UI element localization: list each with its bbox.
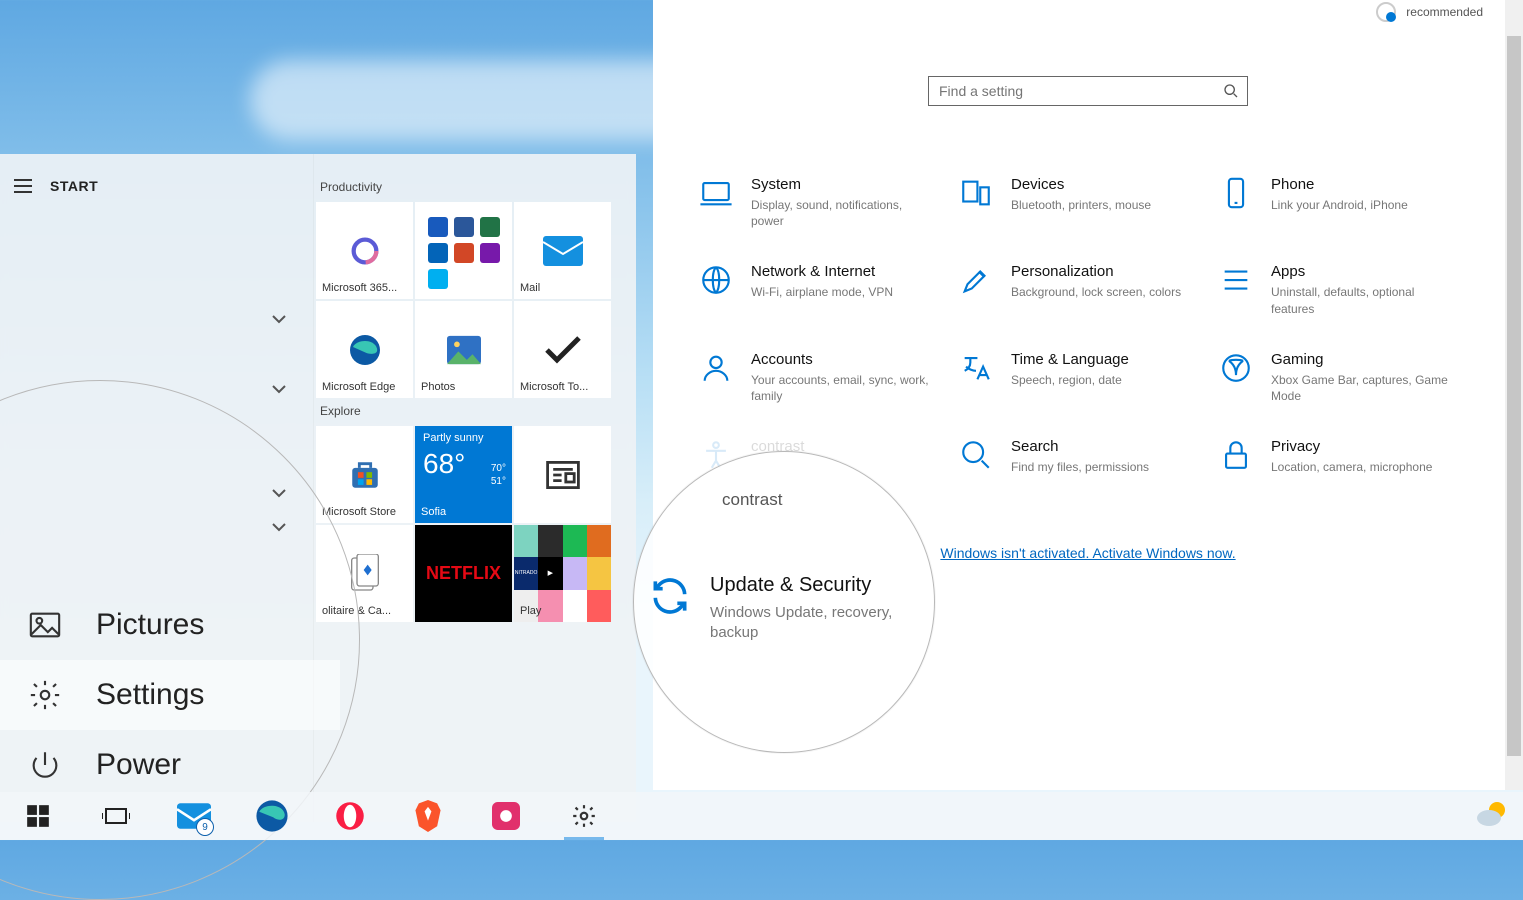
- taskbar: 9: [0, 792, 1523, 840]
- rail-power[interactable]: Power: [0, 730, 340, 800]
- apps-icon: [1219, 263, 1253, 297]
- netflix-logo-text: NETFLIX: [426, 563, 501, 584]
- scroll-thumb[interactable]: [1507, 36, 1521, 756]
- windows-update-indicator[interactable]: recommended: [1376, 2, 1483, 22]
- taskbar-opera[interactable]: [326, 792, 374, 840]
- mail-badge: 9: [196, 818, 214, 836]
- brave-icon: [414, 800, 442, 832]
- taskbar-app-red[interactable]: [482, 792, 530, 840]
- settings-categories: System Display, sound, notifications, pow…: [699, 176, 1523, 475]
- weather-temp: 68°: [423, 448, 465, 480]
- news-icon: [546, 461, 580, 489]
- search-settings-box[interactable]: [928, 76, 1248, 106]
- category-gaming[interactable]: GamingXbox Game Bar, captures, Game Mode: [1219, 351, 1469, 404]
- chevron-down-icon[interactable]: [272, 488, 286, 498]
- mail-icon: [543, 236, 583, 266]
- update-recommended-label: recommended: [1406, 5, 1483, 19]
- category-time-language[interactable]: Time & LanguageSpeech, region, date: [959, 351, 1209, 404]
- windows-logo-icon: [25, 803, 51, 829]
- paintbrush-icon: [959, 263, 993, 297]
- taskbar-mail[interactable]: 9: [170, 792, 218, 840]
- category-desc: Display, sound, notifications, power: [751, 197, 931, 229]
- m365-icon: [348, 234, 382, 268]
- chevron-down-icon[interactable]: [272, 522, 286, 532]
- tile-edge[interactable]: Microsoft Edge: [316, 301, 413, 398]
- taskbar-settings[interactable]: [560, 792, 608, 840]
- update-badge-icon: [1376, 2, 1396, 22]
- taskbar-brave[interactable]: [404, 792, 452, 840]
- laptop-icon: [699, 176, 733, 210]
- ease-icon: [699, 438, 733, 472]
- search-icon: [1223, 83, 1239, 99]
- taskbar-edge[interactable]: [248, 792, 296, 840]
- task-view-button[interactable]: [92, 792, 140, 840]
- weather-city: Sofia: [421, 506, 446, 518]
- settings-scrollbar[interactable]: [1505, 0, 1523, 790]
- start-rail-items: Pictures Settings Power: [0, 590, 340, 800]
- tile-photos[interactable]: Photos: [415, 301, 512, 398]
- phone-icon: [1219, 176, 1253, 210]
- photos-icon: [447, 335, 481, 365]
- search-settings-input[interactable]: [939, 83, 1237, 99]
- tile-weather[interactable]: Partly sunny 68° 70° 51° Sofia: [415, 426, 512, 523]
- category-personalization[interactable]: PersonalizationBackground, lock screen, …: [959, 263, 1209, 316]
- category-apps[interactable]: AppsUninstall, defaults, optional featur…: [1219, 263, 1469, 316]
- tile-play[interactable]: NITRADO▶ Play: [514, 525, 611, 622]
- tile-netflix[interactable]: NETFLIX: [415, 525, 512, 622]
- tile-microsoft-store[interactable]: Microsoft Store: [316, 426, 413, 523]
- devices-icon: [959, 176, 993, 210]
- hamburger-icon[interactable]: [14, 179, 32, 193]
- power-icon: [28, 748, 62, 782]
- category-accounts[interactable]: AccountsYour accounts, email, sync, work…: [699, 351, 949, 404]
- edge-icon: [255, 799, 289, 833]
- globe-icon: [699, 263, 733, 297]
- productivity-tiles: Microsoft 365... Mail Microsoft Edge Pho…: [316, 202, 622, 398]
- tile-mail[interactable]: Mail: [514, 202, 611, 299]
- explore-tiles: Microsoft Store Partly sunny 68° 70° 51°…: [316, 426, 622, 622]
- rail-pictures[interactable]: Pictures: [0, 590, 340, 660]
- category-devices[interactable]: DevicesBluetooth, printers, mouse: [959, 176, 1209, 229]
- tile-news[interactable]: [514, 426, 611, 523]
- lock-icon: [1219, 438, 1253, 472]
- weather-condition: Partly sunny: [423, 432, 484, 444]
- gear-icon: [571, 803, 597, 829]
- red-app-icon: [492, 802, 520, 830]
- weather-tray-icon: [1475, 798, 1509, 828]
- tile-office-apps[interactable]: [415, 202, 512, 299]
- activate-windows-link[interactable]: Windows isn't activated. Activate Window…: [940, 545, 1235, 561]
- rail-settings[interactable]: Settings: [0, 660, 340, 730]
- chevron-down-icon[interactable]: [272, 314, 286, 324]
- category-phone[interactable]: PhoneLink your Android, iPhone: [1219, 176, 1469, 229]
- solitaire-icon: [348, 554, 382, 594]
- search-category-icon: [959, 438, 993, 472]
- group-title-explore[interactable]: Explore: [320, 404, 622, 418]
- start-label: START: [50, 178, 98, 194]
- category-ease-of-access[interactable]: contrast: [699, 438, 949, 475]
- settings-window: recommended System Display, sound, notifi…: [653, 0, 1523, 790]
- category-privacy[interactable]: PrivacyLocation, camera, microphone: [1219, 438, 1469, 475]
- group-title-productivity[interactable]: Productivity: [320, 180, 622, 194]
- start-button[interactable]: [14, 792, 62, 840]
- xbox-icon: [1219, 351, 1253, 385]
- activation-notice: Windows isn't activated. Activate Window…: [653, 545, 1523, 563]
- tile-todo[interactable]: Microsoft To...: [514, 301, 611, 398]
- opera-icon: [335, 801, 365, 831]
- edge-icon: [347, 332, 383, 368]
- task-view-icon: [102, 805, 130, 827]
- category-search[interactable]: SearchFind my files, permissions: [959, 438, 1209, 475]
- chevron-down-icon[interactable]: [272, 384, 286, 394]
- pictures-icon: [28, 608, 62, 642]
- store-icon: [348, 458, 382, 492]
- category-title: System: [751, 176, 931, 193]
- tray-weather[interactable]: [1475, 798, 1515, 838]
- time-language-icon: [959, 351, 993, 385]
- person-icon: [699, 351, 733, 385]
- tile-microsoft-365[interactable]: Microsoft 365...: [316, 202, 413, 299]
- category-network[interactable]: Network & InternetWi-Fi, airplane mode, …: [699, 263, 949, 316]
- todo-icon: [545, 336, 581, 364]
- gear-icon: [28, 678, 62, 712]
- category-system[interactable]: System Display, sound, notifications, pow…: [699, 176, 949, 229]
- office-apps-grid: [428, 213, 500, 289]
- weather-hilo: 70° 51°: [491, 462, 506, 488]
